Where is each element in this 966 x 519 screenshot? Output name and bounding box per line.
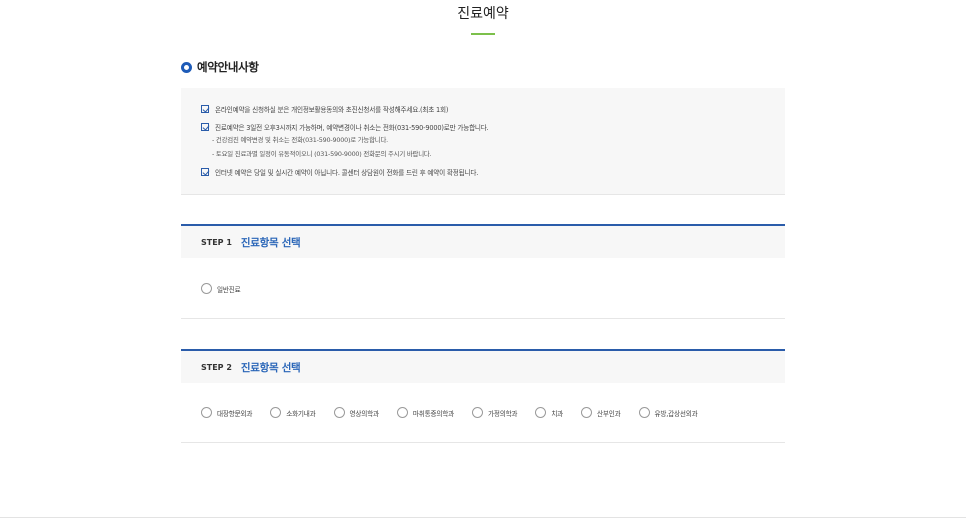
- radio-button[interactable]: [638, 407, 650, 418]
- radio-button[interactable]: [333, 407, 345, 418]
- radio-obstetrics-gynecology[interactable]: 산부인과: [581, 407, 621, 418]
- step1-title: 진료항목 선택: [240, 236, 301, 249]
- radio-label: 대장항문외과: [217, 409, 253, 418]
- notice-sub-item: - 건강검진 예약변경 및 취소는 전화(031-590-9000)로 가능합니…: [212, 136, 388, 144]
- radio-general-care[interactable]: 일반진료: [201, 283, 241, 294]
- page-title: 진료예약: [457, 6, 509, 22]
- notice-item-text: 온라인예약을 신청하실 분은 개인정보활용동의와 초진신청서를 작성해주세요.(…: [215, 106, 449, 114]
- radio-breast-thyroid-surgery[interactable]: 유방,갑상선외과: [638, 407, 698, 418]
- radio-family-medicine[interactable]: 가정의학과: [471, 407, 518, 418]
- step2-title: 진료항목 선택: [240, 361, 301, 374]
- checkbox-checked-icon: [201, 105, 209, 113]
- step1-label: STEP 1: [201, 237, 232, 247]
- radio-colorectal-surgery[interactable]: 대장항문외과: [201, 407, 252, 418]
- notice-item: 인터넷 예약은 당일 및 실시간 예약이 아닙니다. 콜센터 상담원이 전화를 …: [201, 167, 478, 177]
- radio-button[interactable]: [201, 407, 212, 418]
- step1-options: 일반진료: [181, 259, 785, 319]
- checkbox-checked-icon: [201, 123, 209, 131]
- notice-section-header: 예약안내사항: [181, 59, 259, 75]
- title-underline: [471, 33, 495, 35]
- radio-label: 일반진료: [217, 285, 241, 294]
- radio-button[interactable]: [270, 407, 282, 418]
- radio-button[interactable]: [535, 407, 547, 418]
- radio-button[interactable]: [201, 283, 212, 294]
- notice-heading: 예약안내사항: [197, 60, 259, 74]
- step2-header: STEP 2 진료항목 선택: [181, 349, 785, 383]
- radio-button[interactable]: [396, 407, 408, 418]
- notice-item: 온라인예약을 신청하실 분은 개인정보활용동의와 초진신청서를 작성해주세요.(…: [201, 104, 448, 114]
- radio-radiology[interactable]: 영상의학과: [333, 407, 380, 418]
- notice-item-text: 인터넷 예약은 당일 및 실시간 예약이 아닙니다. 콜센터 상담원이 전화를 …: [215, 169, 479, 177]
- radio-anesthesiology-pain[interactable]: 마취통증의학과: [396, 407, 454, 418]
- notice-sub-item: - 토요일 진료과별 일정이 유동적이오니 (031-590-9000) 전화문…: [212, 150, 432, 158]
- bottom-divider: [0, 517, 966, 518]
- radio-label: 치과: [551, 409, 564, 418]
- radio-gastroenterology[interactable]: 소화기내과: [270, 407, 316, 418]
- radio-button[interactable]: [581, 407, 593, 418]
- step1-header: STEP 1 진료항목 선택: [181, 224, 785, 258]
- radio-dentistry[interactable]: 치과: [535, 407, 563, 418]
- circle-bullet-icon: [181, 61, 192, 73]
- radio-button[interactable]: [471, 407, 483, 418]
- step2-options: 대장항문외과 소화기내과 영상의학과 마취통증의학과 가정의학과 치과 산부인과…: [181, 383, 785, 443]
- notice-box: 온라인예약을 신청하실 분은 개인정보활용동의와 초진신청서를 작성해주세요.(…: [181, 88, 785, 195]
- radio-label: 마취통증의학과: [412, 409, 454, 418]
- step2-label: STEP 2: [201, 362, 232, 372]
- radio-label: 유방,갑상선외과: [654, 409, 698, 418]
- radio-label: 영상의학과: [349, 409, 380, 418]
- notice-item: 진료예약은 3일전 오후3시까지 가능하며, 예약변경이나 취소는 전화(031…: [201, 122, 489, 132]
- radio-label: 산부인과: [597, 409, 621, 418]
- checkbox-checked-icon: [201, 168, 209, 176]
- radio-label: 가정의학과: [487, 409, 518, 418]
- radio-label: 소화기내과: [286, 409, 316, 418]
- notice-item-text: 진료예약은 3일전 오후3시까지 가능하며, 예약변경이나 취소는 전화(031…: [215, 124, 489, 132]
